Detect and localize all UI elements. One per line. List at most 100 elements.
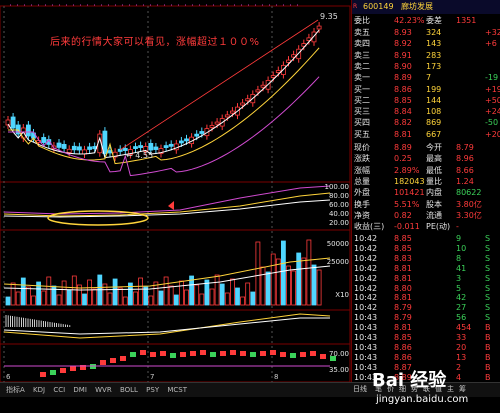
volume-bar	[224, 292, 230, 306]
rsi-axis-label: 70.00	[328, 350, 349, 358]
annotation-text: 后来的行情大家可以看见，涨幅超过１００%	[50, 37, 260, 48]
tab-indicator-a[interactable]: 指标A	[6, 383, 25, 397]
order-book-row: 买一 8.86 199 +199	[354, 84, 500, 95]
candle-body	[148, 143, 154, 151]
volume-bar	[71, 275, 77, 306]
order-book-row: 卖三 8.91 283	[354, 50, 499, 61]
quote-row: 涨幅 2.89% 最低 8.66	[354, 165, 499, 176]
tab-kdj[interactable]: KDJ	[33, 383, 45, 397]
candle-body	[41, 137, 47, 143]
volume-bar	[199, 293, 205, 306]
kline-chart-svg[interactable]: 6 7 8	[0, 0, 351, 382]
order-book-row: 卖一 8.89 7 -19	[354, 72, 499, 83]
candle-body	[275, 70, 281, 73]
volume-bar	[41, 290, 47, 306]
indicator-panel-frame	[0, 181, 351, 231]
ma5-line	[7, 29, 320, 159]
volume-bar	[138, 277, 144, 306]
candle-body	[245, 98, 251, 102]
high-price-label: 9.35	[320, 12, 338, 21]
tab-daily[interactable]: 日线	[353, 382, 367, 396]
quote-label: 涨幅	[354, 165, 370, 175]
candle-body	[199, 131, 205, 134]
volume-bar	[5, 296, 11, 306]
volume-bar	[291, 270, 297, 306]
rsi-block	[280, 352, 286, 357]
rsi-block	[130, 352, 136, 357]
volume-bar	[214, 274, 220, 306]
indicator-line-a	[3, 185, 331, 215]
order-level-label: 卖五	[354, 28, 370, 37]
order-level-volume: 7	[426, 73, 432, 83]
volume-bar	[82, 293, 87, 306]
tab-boll[interactable]: BOLL	[120, 383, 138, 397]
order-level-price: 8.82	[394, 118, 412, 128]
rsi-block	[310, 351, 316, 356]
order-level-change: +6	[485, 39, 497, 49]
rsi-block	[290, 353, 296, 358]
order-level-label: 卖三	[354, 50, 370, 60]
quote-label-2: 股本	[426, 199, 442, 209]
tab-dmi[interactable]: DMI	[73, 383, 87, 397]
quote-value: 0.82	[394, 210, 412, 220]
order-level-volume: 143	[426, 39, 442, 49]
quote-row: 涨跌 0.25 最高 8.96	[354, 153, 499, 164]
order-level-price: 8.93	[394, 28, 412, 37]
volume-bar	[265, 271, 271, 306]
volume-bar	[92, 288, 98, 306]
quote-label: 收益(三)	[354, 222, 385, 232]
month-label: 6	[6, 373, 11, 381]
order-book-row: 卖二 8.90 173	[354, 61, 499, 72]
indicator-axis-label: 60.00	[328, 201, 349, 209]
baidu-watermark: Bai 经验 jingyan.baidu.com	[372, 366, 500, 413]
volume-bar	[87, 279, 92, 306]
order-level-price: 8.89	[394, 73, 412, 83]
quote-value: 101421	[394, 188, 425, 198]
order-book-row: 买二 8.85 144 +50	[354, 95, 500, 106]
volume-bar	[255, 241, 261, 306]
kline-chart-area[interactable]: 6 7 8 后来的行情大家可以看见，涨幅超过１００% ← 4.55 9.35 1…	[0, 0, 351, 413]
candle-body	[61, 144, 67, 149]
volume-series	[3, 239, 331, 306]
order-book-row: 买三 8.84 108 +24	[354, 106, 500, 117]
rsi-axis-label: 35.00	[328, 366, 349, 374]
order-diff-value: 1351	[456, 16, 477, 25]
order-level-volume: 667	[426, 129, 442, 139]
order-level-label: 卖二	[354, 61, 370, 71]
candle-body	[296, 48, 302, 60]
volume-bar	[245, 282, 251, 306]
tab-psy[interactable]: PSY	[146, 383, 159, 397]
quote-label-2: 量比	[426, 176, 442, 186]
indicator-axis-label: 80.00	[328, 192, 349, 200]
order-level-price: 8.90	[394, 61, 412, 71]
volume-bar	[173, 294, 179, 306]
quote-row: 收益(三) -0.011 PE(动) -	[354, 221, 499, 232]
rsi-block	[220, 351, 226, 356]
rsi-panel-frame	[0, 343, 351, 382]
rsi-block	[160, 351, 166, 356]
rsi-block	[300, 352, 306, 357]
macd-series	[3, 313, 331, 339]
tab-mcst[interactable]: MCST	[167, 383, 187, 397]
order-level-change: +24	[485, 107, 500, 117]
candle-body	[184, 138, 189, 142]
quote-value-2: 8.96	[456, 154, 474, 164]
order-level-change: +20	[485, 129, 500, 139]
rsi-block	[250, 352, 256, 357]
indicator-axis-label: 40.00	[328, 210, 349, 218]
order-level-change: +324	[485, 28, 500, 37]
rsi-block	[210, 352, 216, 357]
tab-wvr[interactable]: WVR	[95, 383, 112, 397]
rsi-block	[140, 350, 146, 355]
volume-bar	[275, 258, 281, 306]
volume-axis-label: 50000	[326, 240, 349, 248]
quote-label-2: 流通	[426, 210, 442, 220]
order-diff-label: 委差	[426, 16, 442, 25]
quote-label-2: 内盘	[426, 188, 442, 198]
candle-body	[240, 102, 246, 106]
tab-cci[interactable]: CCI	[53, 383, 65, 397]
order-level-price: 8.85	[394, 95, 412, 105]
candle-body	[138, 145, 144, 148]
order-level-price: 8.91	[394, 50, 412, 60]
order-level-volume: 173	[426, 61, 442, 71]
